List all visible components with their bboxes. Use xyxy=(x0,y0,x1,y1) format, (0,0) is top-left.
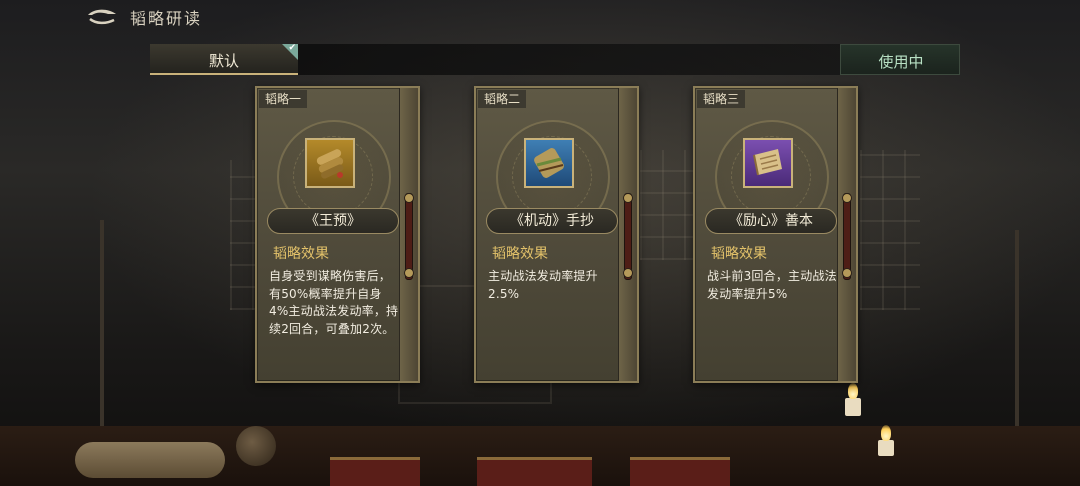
bamboo-scroll-icon xyxy=(534,148,564,178)
candelabra xyxy=(100,220,104,450)
item-name: 《机动》手抄 xyxy=(486,208,618,234)
book xyxy=(630,457,730,486)
candle xyxy=(878,440,894,456)
item-slot[interactable] xyxy=(743,138,793,188)
scrollbar-knob-bottom xyxy=(623,268,633,278)
in-use-label: 使用中 xyxy=(878,53,924,71)
scrollbar-knob-bottom xyxy=(404,268,414,278)
candle-flame xyxy=(881,425,891,441)
scrollbar-knob-top xyxy=(404,193,414,203)
effect-text: 战斗前3回合，主动战法发动率提升5% xyxy=(707,269,837,301)
effect-label: 韬略效果 xyxy=(492,246,548,262)
item-name: 《王预》 xyxy=(267,208,399,234)
card-tag: 韬略二 xyxy=(478,90,527,108)
item-slot[interactable] xyxy=(524,138,574,188)
scrollbar-knob-bottom xyxy=(842,268,852,278)
item-name: 《励心》善本 xyxy=(705,208,837,234)
window-lattice xyxy=(860,150,920,310)
strategy-card-2[interactable]: 韬略二 《机动》手抄 韬略效果 主动战法发动率提升2.5% xyxy=(474,86,639,383)
item-slot[interactable] xyxy=(305,138,355,188)
effect-text: 主动战法发动率提升2.5% xyxy=(488,269,598,301)
candelabra xyxy=(1015,230,1019,450)
candle-flame xyxy=(848,383,858,399)
card-scrollbar[interactable] xyxy=(624,193,632,280)
top-bar: 韬略研读 xyxy=(0,0,1080,34)
card-scrollbar[interactable] xyxy=(843,193,851,280)
book xyxy=(330,457,420,486)
in-use-button[interactable]: 使用中 xyxy=(840,44,960,75)
check-icon: ✔ xyxy=(288,43,296,53)
strategy-card-1[interactable]: 韬略一 《王预》 韬略效果 自身受到谋略伤害后，有50%概率提升自身4%主动战法… xyxy=(255,86,420,383)
effect-label: 韬略效果 xyxy=(273,246,329,262)
card-scrollbar[interactable] xyxy=(405,193,413,280)
card-tag: 韬略三 xyxy=(697,90,746,108)
candle xyxy=(845,398,861,416)
page-title: 韬略研读 xyxy=(130,9,203,28)
effect-text: 自身受到谋略伤害后，有50%概率提升自身4%主动战法发动率，持续2回合，可叠加2… xyxy=(269,269,399,336)
incense-burner xyxy=(236,426,276,466)
tab-default[interactable]: 默认 ✔ xyxy=(150,43,298,75)
card-tag: 韬略一 xyxy=(259,90,308,108)
bamboo-scroll xyxy=(75,442,225,478)
strategy-card-3[interactable]: 韬略三 《励心》善本 韬略效果 战斗前3回合，主动战法发动率提升5% xyxy=(693,86,858,383)
scrollbar-knob-top xyxy=(623,193,633,203)
scroll-book-icon xyxy=(753,149,782,176)
tab-default-label: 默认 xyxy=(208,52,239,70)
back-arrow-icon xyxy=(88,9,116,25)
bamboo-scroll-icon xyxy=(316,149,344,179)
book xyxy=(477,457,592,486)
back-button[interactable] xyxy=(84,6,120,28)
scrollbar-knob-top xyxy=(842,193,852,203)
effect-label: 韬略效果 xyxy=(711,246,767,262)
